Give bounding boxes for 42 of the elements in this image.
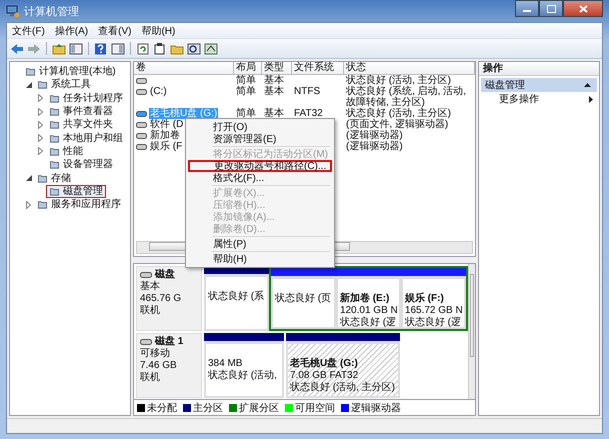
table-cell: (逻辑驱动器) (346, 141, 403, 152)
legend-label: 可用空间 (295, 402, 335, 414)
partition-info: 状态良好 (页 (274, 293, 332, 305)
table-cell: (逻辑驱动器) (346, 130, 403, 141)
table-cell: NTFS (294, 86, 320, 97)
legend-label: 主分区 (193, 402, 223, 414)
table-cell: 基本 (264, 75, 284, 86)
disk-size: 465.76 G (140, 293, 182, 304)
disk-size: 7.46 GB (140, 360, 178, 372)
partition-info: 状态良好 (活动, (208, 370, 277, 382)
table-cell: 基本 (264, 108, 284, 119)
legend-label: 扩展分区 (239, 402, 279, 414)
legend-label: 逻辑驱动器 (351, 402, 401, 414)
partition-info: 120.01 GB N (340, 305, 398, 316)
partition-title: 娱乐 (F:) (404, 293, 445, 305)
partition-info: 165.72 GB N (404, 305, 463, 316)
partition-info: 状态良好 (系 (208, 291, 264, 303)
actions-header: 操作 (479, 62, 599, 76)
table-cell: 状态良好 (活动, 主分区) (346, 108, 451, 119)
table-cell: 简单 (236, 86, 256, 97)
table-cell: FAT32 (294, 108, 323, 119)
disk-name: 磁盘 1 (155, 336, 184, 348)
partition-info: 状态良好 (逻 (340, 317, 398, 327)
table-cell: 简单 (236, 108, 256, 119)
table-cell: 状态良好 (活动, 主分区) (346, 75, 451, 86)
disk-type: 可移动 (140, 348, 171, 360)
window-title: 计算机管理 (24, 4, 79, 18)
disk-status: 联机 (140, 305, 161, 317)
partition-info: 384 MB (208, 358, 244, 370)
table-cell-text: 状态良好 (系统, 启动, 活动, 故障转储, 主分区) (346, 86, 467, 108)
table-cell: 简单 (236, 75, 256, 86)
partition-info: 状态良好 (活动, 主分区) (290, 382, 395, 394)
disk-name: 磁盘 (155, 269, 175, 280)
partition-title: 老毛桃U盘 (G:) (290, 358, 359, 370)
table-cell: 基本 (264, 86, 284, 97)
partition-info: 7.08 GB FAT32 (290, 370, 360, 382)
disk-status: 联机 (140, 372, 161, 384)
partition-info: 状态良好 (逻 (404, 317, 462, 327)
table-cell: (页面文件, 逻辑驱动器) (346, 119, 448, 130)
disk-type: 基本 (140, 281, 161, 293)
partition-title: 新加卷 (E:) (340, 293, 390, 305)
legend-label: 未分配 (147, 402, 177, 414)
